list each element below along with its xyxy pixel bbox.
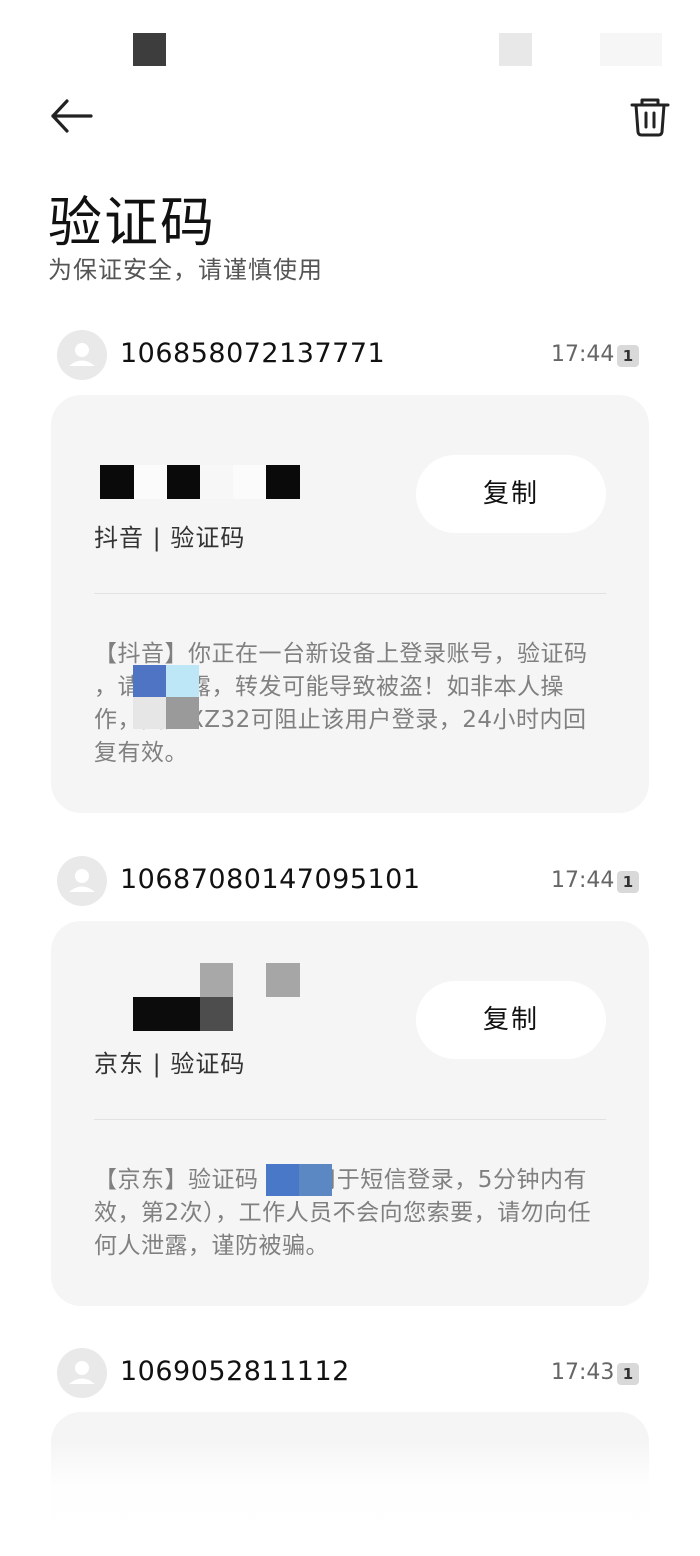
back-button[interactable] (45, 90, 101, 146)
code-label: 京东 | 验证码 (94, 1050, 246, 1078)
sender-number: 1069052811112 (120, 1356, 350, 1387)
status-bar-indicator (499, 33, 532, 66)
message-card[interactable]: 京东 | 验证码 复制 【京东】验证码 （仅用于短信登录，5分钟内有效，第2次）… (51, 921, 649, 1306)
bottom-fade (0, 1440, 700, 1556)
copy-button[interactable]: 复制 (416, 455, 606, 533)
sms-verification-screen: 验证码 为保证安全，请谨慎使用 106858072137771 17:44 1 … (0, 0, 700, 1556)
avatar (57, 1348, 107, 1398)
sim-badge: 1 (617, 1363, 639, 1385)
arrow-left-icon (51, 99, 93, 133)
sender-row[interactable]: 10687080147095101 17:44 1 (0, 856, 700, 912)
avatar (57, 330, 107, 380)
avatar (57, 856, 107, 906)
status-bar-left-block (133, 33, 166, 66)
message-time: 17:43 (551, 1360, 615, 1385)
code-label: 抖音 | 验证码 (94, 524, 246, 552)
sender-row[interactable]: 106858072137771 17:44 1 (0, 330, 700, 386)
page-subtitle: 为保证安全，请谨慎使用 (48, 256, 323, 284)
redacted-code (100, 465, 300, 499)
divider (94, 593, 606, 594)
trash-icon (630, 98, 670, 137)
redacted-code-in-body (266, 1164, 332, 1196)
person-icon (69, 343, 95, 366)
message-body: 【京东】验证码 （仅用于短信登录，5分钟内有效，第2次），工作人员不会向您索要，… (94, 1167, 592, 1259)
sender-number: 106858072137771 (120, 338, 386, 369)
message-card[interactable]: 抖音 | 验证码 复制 【抖音】你正在一台新设备上登录账号，验证码 ，请勿泄露，… (51, 395, 649, 813)
page-title: 验证码 (48, 191, 216, 254)
copy-button[interactable]: 复制 (416, 981, 606, 1059)
person-icon (69, 869, 95, 892)
redacted-code-in-body (133, 665, 199, 729)
sender-number: 10687080147095101 (120, 864, 421, 895)
redacted-code (100, 963, 300, 1031)
sender-row[interactable]: 1069052811112 17:43 1 (0, 1348, 700, 1404)
delete-button[interactable] (622, 90, 678, 146)
divider (94, 1119, 606, 1120)
sim-badge: 1 (617, 871, 639, 893)
message-time: 17:44 (551, 342, 615, 367)
status-bar-battery (600, 33, 662, 66)
message-time: 17:44 (551, 868, 615, 893)
sim-badge: 1 (617, 345, 639, 367)
person-icon (69, 1361, 95, 1384)
